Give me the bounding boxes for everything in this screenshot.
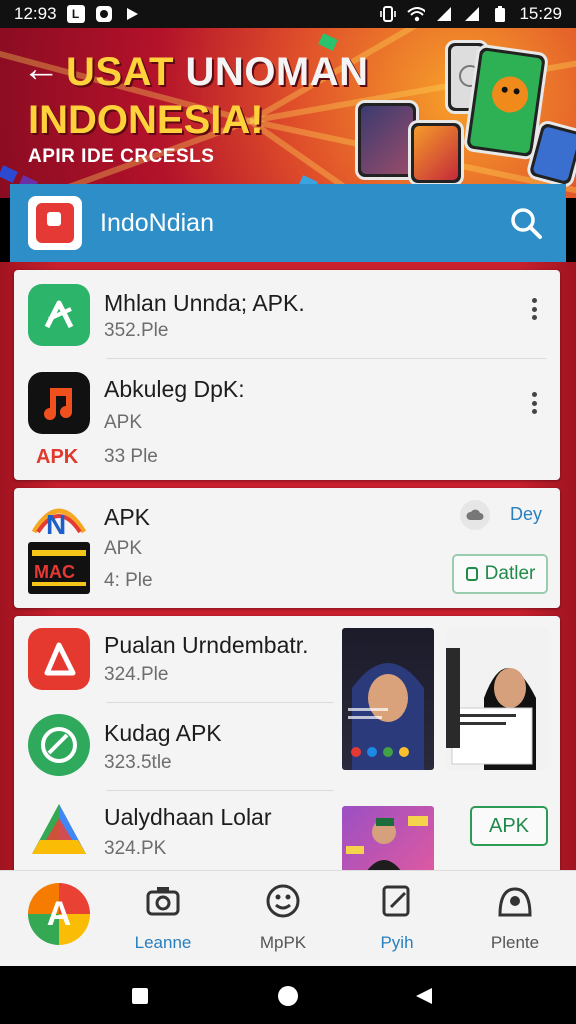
back-triangle-icon[interactable] bbox=[414, 986, 434, 1011]
camera-icon bbox=[143, 881, 183, 921]
header-title: IndoNdian bbox=[100, 208, 214, 237]
profile-icon bbox=[495, 881, 535, 921]
svg-text:N: N bbox=[46, 509, 66, 540]
app-meta: 323.5tle bbox=[104, 752, 172, 773]
play-icon bbox=[123, 5, 141, 23]
back-arrow-icon[interactable]: ← bbox=[22, 50, 60, 88]
circle-icon[interactable] bbox=[276, 984, 300, 1013]
app-card-2: N MAC APK APK 4: Ple Dey Datler bbox=[14, 488, 560, 608]
video-thumbnail-1[interactable] bbox=[342, 628, 434, 770]
nav-label: Plente bbox=[490, 933, 540, 952]
hero-title-line2: INDONESIA! bbox=[28, 98, 264, 142]
notification-box-icon: L bbox=[66, 5, 85, 23]
nav-label: Leanne bbox=[134, 933, 192, 952]
hero-subtitle: APIR IDE CRCESLS bbox=[28, 146, 215, 167]
app-badge: APK bbox=[36, 446, 79, 468]
list-item[interactable]: Ualydhaan Lolar 324.PK APK bbox=[14, 790, 560, 878]
hero-banner: ← USAT UNOMAN INDONESIA! APIR IDE CRCESL… bbox=[0, 28, 576, 198]
search-icon bbox=[511, 208, 542, 239]
circle-app-icon bbox=[95, 5, 113, 23]
vibrate-icon bbox=[379, 5, 397, 23]
download-icon bbox=[465, 567, 478, 581]
download-button[interactable]: Datler bbox=[452, 554, 548, 594]
square-icon[interactable] bbox=[130, 986, 150, 1011]
dev-label[interactable]: Dey bbox=[510, 504, 542, 525]
app-meta: 324.Ple bbox=[104, 664, 169, 685]
bottom-navigation: A Leanne MpPK Pyih Plente bbox=[0, 870, 576, 966]
triangle-icon bbox=[28, 800, 90, 862]
app-name: Ualydhaan Lolar bbox=[104, 804, 272, 830]
battery-icon bbox=[491, 5, 509, 23]
wifi-icon bbox=[407, 5, 426, 23]
app-logo-icon bbox=[28, 196, 82, 250]
app-meta: APK bbox=[104, 538, 143, 559]
app-name: APK bbox=[104, 504, 151, 530]
app-meta: APK bbox=[104, 412, 143, 433]
leaf-icon bbox=[28, 714, 90, 776]
app-header: IndoNdian bbox=[10, 184, 566, 262]
music-note-icon bbox=[28, 372, 90, 434]
nav-item-mppk[interactable]: MpPK bbox=[238, 881, 328, 961]
nav-label: Pyih bbox=[380, 933, 414, 952]
app-thumbnail: MAC bbox=[28, 542, 90, 594]
list-item[interactable]: N MAC APK APK 4: Ple Dey Datler bbox=[14, 488, 560, 608]
video-thumbnail-2[interactable] bbox=[446, 628, 548, 770]
nav-item-plente[interactable]: Plente bbox=[470, 881, 560, 961]
list-item[interactable]: Abkuleg DpK: APK APK 33 Ple bbox=[14, 360, 560, 480]
hero-title: USAT UNOMAN bbox=[66, 50, 369, 94]
app-meta: 324.PK bbox=[104, 838, 167, 859]
app-card-3: Pualan Urndembatr. 324.Ple Kudag APK 323… bbox=[14, 616, 560, 878]
more-options-icon[interactable] bbox=[524, 296, 544, 322]
app-list: Mhlan Unnda; APK. 352.Ple Abkuleg DpK: A… bbox=[0, 262, 576, 970]
svg-text:MAC: MAC bbox=[34, 562, 75, 582]
search-button[interactable] bbox=[504, 201, 548, 245]
app-name: Pualan Urndembatr. bbox=[104, 632, 309, 658]
app-name: Abkuleg DpK: bbox=[104, 376, 245, 402]
system-navigation-bar bbox=[0, 966, 576, 1024]
nav-item-pyih[interactable]: Pyih bbox=[352, 881, 442, 961]
status-bar: 12:93 L 15:29 bbox=[0, 0, 576, 28]
app-name: Kudag APK bbox=[104, 720, 222, 746]
smiley-icon bbox=[263, 881, 303, 921]
signal-icon-2 bbox=[463, 5, 481, 23]
app-card-1: Mhlan Unnda; APK. 352.Ple Abkuleg DpK: A… bbox=[14, 270, 560, 480]
a-shape-icon bbox=[28, 628, 90, 690]
n-logo-icon: N bbox=[28, 496, 90, 540]
hero-phone-2 bbox=[408, 120, 464, 186]
app-meta: 352.Ple bbox=[104, 320, 169, 341]
home-logo-icon[interactable]: A bbox=[28, 883, 90, 945]
app-size: 33 Ple bbox=[104, 446, 158, 467]
app-size: 4: Ple bbox=[104, 570, 153, 591]
status-time-right: 15:29 bbox=[519, 4, 562, 23]
app-name: Mhlan Unnda; APK. bbox=[104, 290, 305, 316]
video-thumbnail-3[interactable] bbox=[342, 806, 434, 878]
nav-label: MpPK bbox=[259, 933, 307, 952]
status-time: 12:93 bbox=[14, 4, 57, 23]
x-icon bbox=[28, 284, 90, 346]
list-item[interactable]: Mhlan Unnda; APK. 352.Ple bbox=[14, 270, 560, 360]
edit-icon bbox=[377, 881, 417, 921]
signal-icon bbox=[435, 5, 453, 23]
nav-item-leanne[interactable]: Leanne bbox=[118, 881, 208, 961]
cloud-icon bbox=[460, 500, 490, 530]
more-options-icon[interactable] bbox=[524, 390, 544, 416]
apk-button[interactable]: APK bbox=[470, 806, 548, 846]
